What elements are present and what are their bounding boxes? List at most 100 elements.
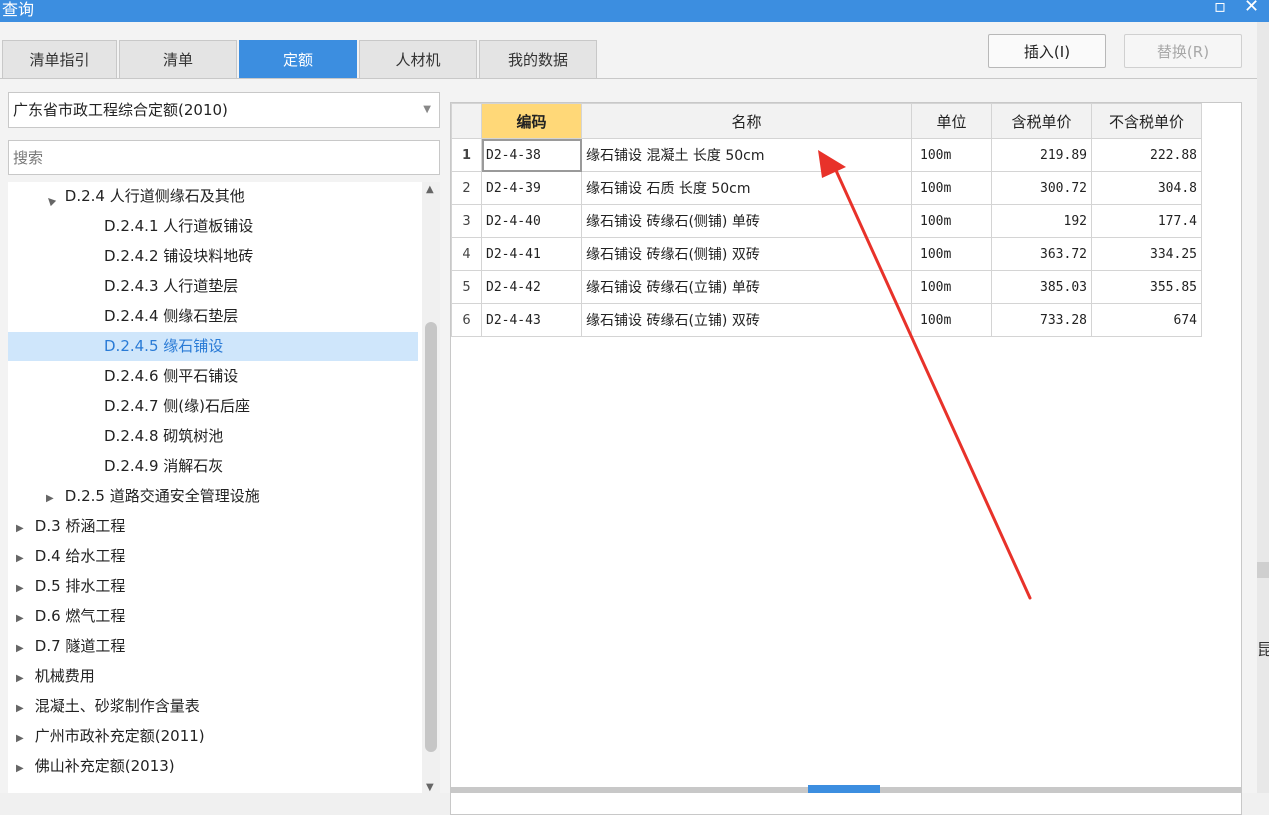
tab-bill[interactable]: 清单 (119, 40, 237, 78)
notax-price-cell[interactable]: 334.25 (1091, 237, 1202, 271)
row-number[interactable]: 1 (451, 138, 482, 172)
table-row[interactable]: 2 D2-4-39 缘石铺设 石质 长度 50cm 100m 300.72 304.8 (451, 171, 1202, 205)
expand-arrow-icon[interactable]: ▶ (16, 694, 30, 723)
expand-arrow-icon[interactable]: ▶ (16, 514, 30, 543)
column-header-tax-price[interactable]: 含税单价 (991, 103, 1092, 139)
insert-button[interactable]: 插入(I) (988, 34, 1106, 68)
scroll-down-icon[interactable]: ▼ (426, 782, 434, 793)
tree-node[interactable]: ▶ 佛山补充定额(2013) (8, 752, 418, 781)
code-cell[interactable]: D2-4-42 (481, 270, 582, 304)
tree-node[interactable]: D.2.4.9 消解石灰 (8, 452, 418, 481)
expand-arrow-icon[interactable]: ▶ (16, 574, 30, 603)
name-cell[interactable]: 缘石铺设 石质 长度 50cm (581, 171, 912, 205)
expand-arrow-icon[interactable]: ▶ (16, 754, 30, 783)
tree-node[interactable]: D.2.4.2 铺设块料地砖 (8, 242, 418, 271)
name-cell[interactable]: 缘石铺设 砖缘石(立铺) 单砖 (581, 270, 912, 304)
unit-cell[interactable]: 100m (911, 237, 992, 271)
column-header-name[interactable]: 名称 (581, 103, 912, 139)
row-number[interactable]: 4 (451, 237, 482, 271)
row-number[interactable]: 2 (451, 171, 482, 205)
column-header-unit[interactable]: 单位 (911, 103, 992, 139)
expand-arrow-icon[interactable]: ▶ (16, 544, 30, 573)
tree-node[interactable]: D.2.4.7 侧(缘)石后座 (8, 392, 418, 421)
tree-node[interactable]: ▶ D.6 燃气工程 (8, 602, 418, 631)
tax-price-cell[interactable]: 300.72 (991, 171, 1092, 205)
unit-cell[interactable]: 100m (911, 270, 992, 304)
tab-quota[interactable]: 定额 (239, 40, 357, 78)
tax-price-cell[interactable]: 733.28 (991, 303, 1092, 337)
tab-labor-material-machine[interactable]: 人材机 (359, 40, 477, 78)
tax-price-cell[interactable]: 192 (991, 204, 1092, 238)
tree-node[interactable]: ▶ D.7 隧道工程 (8, 632, 418, 661)
unit-cell[interactable]: 100m (911, 138, 992, 172)
quota-table: 编码 名称 单位 含税单价 不含税单价 1 D2-4-38 缘石铺设 混凝土 长度 … (451, 103, 1202, 337)
tree-node[interactable]: ▶ D.4 给水工程 (8, 542, 418, 571)
replace-button[interactable]: 替换(R) (1124, 34, 1242, 68)
tree-node[interactable]: ▶ D.2.5 道路交通安全管理设施 (8, 482, 418, 511)
search-input[interactable] (8, 140, 440, 175)
scroll-thumb[interactable] (425, 322, 437, 752)
tax-price-cell[interactable]: 363.72 (991, 237, 1092, 271)
tab-bill-guide[interactable]: 清单指引 (2, 40, 117, 78)
unit-cell[interactable]: 100m (911, 204, 992, 238)
expand-arrow-icon[interactable]: ▶ (16, 724, 30, 753)
expand-arrow-icon[interactable]: ▶ (16, 634, 30, 663)
tree-node[interactable]: D.2.4.6 侧平石铺设 (8, 362, 418, 391)
name-cell[interactable]: 缘石铺设 砖缘石(侧铺) 双砖 (581, 237, 912, 271)
table-row[interactable]: 6 D2-4-43 缘石铺设 砖缘石(立铺) 双砖 100m 733.28 674 (451, 303, 1202, 337)
row-number[interactable]: 3 (451, 204, 482, 238)
name-cell[interactable]: 缘石铺设 混凝土 长度 50cm (581, 138, 912, 172)
tree-node[interactable]: D.2.4.5 缘石铺设 (8, 332, 418, 361)
row-number[interactable]: 6 (451, 303, 482, 337)
row-number[interactable]: 5 (451, 270, 482, 304)
name-cell[interactable]: 缘石铺设 砖缘石(侧铺) 单砖 (581, 204, 912, 238)
table-row[interactable]: 5 D2-4-42 缘石铺设 砖缘石(立铺) 单砖 100m 385.03 355.85 (451, 270, 1202, 304)
notax-price-cell[interactable]: 177.4 (1091, 204, 1202, 238)
code-cell[interactable]: D2-4-41 (481, 237, 582, 271)
tree-node[interactable]: ▶ 混凝土、砂浆制作含量表 (8, 692, 418, 721)
quota-table-panel: 编码 名称 单位 含税单价 不含税单价 1 D2-4-38 缘石铺设 混凝土 长度 … (450, 102, 1242, 815)
tree-node[interactable]: D.2.4.8 砌筑树池 (8, 422, 418, 451)
tree-node-label: D.2.4.8 砌筑树池 (104, 427, 224, 445)
title-bar: 查询 ▫ ✕ (0, 0, 1269, 22)
tax-price-cell[interactable]: 385.03 (991, 270, 1092, 304)
scroll-up-icon[interactable]: ▲ (426, 184, 434, 195)
restore-icon[interactable]: ▫ (1214, 0, 1226, 17)
tree-node[interactable]: D.2.4.1 人行道板铺设 (8, 212, 418, 241)
unit-cell[interactable]: 100m (911, 171, 992, 205)
table-row[interactable]: 3 D2-4-40 缘石铺设 砖缘石(侧铺) 单砖 100m 192 177.4 (451, 204, 1202, 238)
grid-horizontal-scrollbar[interactable] (451, 785, 1241, 793)
quota-library-select[interactable]: 广东省市政工程综合定额(2010) ▼ (8, 92, 440, 128)
code-cell[interactable]: D2-4-38 (481, 138, 582, 172)
expand-arrow-icon[interactable]: ▶ (46, 484, 60, 513)
table-row[interactable]: 4 D2-4-41 缘石铺设 砖缘石(侧铺) 双砖 100m 363.72 334.25 (451, 237, 1202, 271)
notax-price-cell[interactable]: 355.85 (1091, 270, 1202, 304)
tree-node[interactable]: D.2.4.4 侧缘石垫层 (8, 302, 418, 331)
code-cell[interactable]: D2-4-43 (481, 303, 582, 337)
name-cell[interactable]: 缘石铺设 砖缘石(立铺) 双砖 (581, 303, 912, 337)
tax-price-cell[interactable]: 219.89 (991, 138, 1092, 172)
tree-node[interactable]: ▶ D.3 桥涵工程 (8, 512, 418, 541)
tree-node[interactable]: ▶ 机械费用 (8, 662, 418, 691)
column-header-code[interactable]: 编码 (481, 103, 582, 139)
expand-arrow-icon[interactable]: ▶ (16, 604, 30, 633)
notax-price-cell[interactable]: 674 (1091, 303, 1202, 337)
code-cell[interactable]: D2-4-40 (481, 204, 582, 238)
tab-my-data[interactable]: 我的数据 (479, 40, 597, 78)
table-row[interactable]: 1 D2-4-38 缘石铺设 混凝土 长度 50cm 100m 219.89 222.88 (451, 138, 1202, 172)
notax-price-cell[interactable]: 304.8 (1091, 171, 1202, 205)
column-header-notax-price[interactable]: 不含税单价 (1091, 103, 1202, 139)
grid-scroll-thumb[interactable] (808, 785, 880, 793)
close-icon[interactable]: ✕ (1244, 0, 1259, 17)
collapse-arrow-icon[interactable]: ▲ (38, 183, 68, 213)
tree-node[interactable]: ▶ D.5 排水工程 (8, 572, 418, 601)
unit-cell[interactable]: 100m (911, 303, 992, 337)
expand-arrow-icon[interactable]: ▶ (16, 664, 30, 693)
tree-node[interactable]: ▲ D.2.4 人行道侧缘石及其他 (8, 182, 418, 211)
tree-node-label: D.2.4.4 侧缘石垫层 (104, 307, 239, 325)
tree-node[interactable]: ▶ 广州市政补充定额(2011) (8, 722, 418, 751)
tree-node[interactable]: D.2.4.3 人行道垫层 (8, 272, 418, 301)
tree-scrollbar[interactable]: ▲ ▼ (422, 182, 440, 793)
code-cell[interactable]: D2-4-39 (481, 171, 582, 205)
notax-price-cell[interactable]: 222.88 (1091, 138, 1202, 172)
